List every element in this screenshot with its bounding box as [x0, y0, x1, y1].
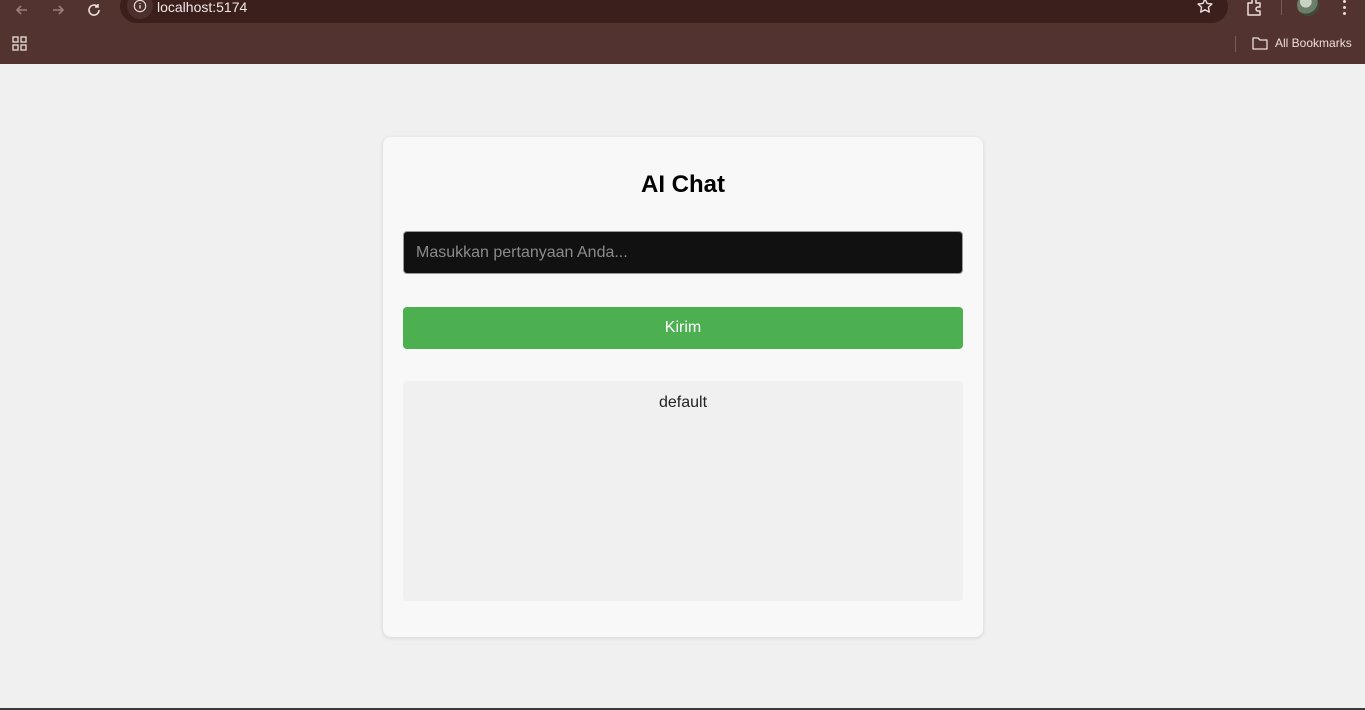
forward-button[interactable]: [46, 0, 70, 22]
toolbar-divider: [1281, 0, 1282, 15]
response-box: default: [403, 381, 963, 601]
response-text: default: [658, 394, 708, 411]
bookmarks-divider: [1235, 36, 1236, 52]
question-input[interactable]: [403, 231, 963, 274]
browser-menu-icon[interactable]: [1336, 0, 1352, 18]
url-text: localhost:5174: [157, 0, 248, 15]
back-button[interactable]: [10, 0, 34, 22]
apps-grid-icon[interactable]: [12, 35, 28, 51]
all-bookmarks-button[interactable]: All Bookmarks: [1252, 34, 1352, 52]
send-button[interactable]: Kirim: [403, 307, 963, 349]
arrow-right-icon: [53, 5, 65, 15]
all-bookmarks-label: All Bookmarks: [1275, 36, 1352, 50]
browser-toolbar: localhost:5174: [0, 0, 1365, 24]
extensions-icon[interactable]: [1243, 0, 1265, 19]
site-info-button[interactable]: [127, 0, 153, 19]
folder-icon: [1252, 37, 1268, 50]
arrow-left-icon: [15, 5, 27, 15]
bookmark-star-icon[interactable]: [1196, 0, 1214, 15]
bookmarks-bar: All Bookmarks: [0, 31, 1365, 55]
chat-card: AI Chat Kirim default: [383, 137, 983, 637]
browser-chrome: localhost:5174 All Bookmarks: [0, 0, 1365, 64]
reload-icon: [88, 4, 100, 16]
profile-avatar[interactable]: [1297, 0, 1319, 16]
address-bar[interactable]: localhost:5174: [120, 0, 1228, 23]
reload-button[interactable]: [82, 0, 106, 22]
info-icon: [133, 0, 147, 13]
page-title: AI Chat: [641, 171, 725, 198]
